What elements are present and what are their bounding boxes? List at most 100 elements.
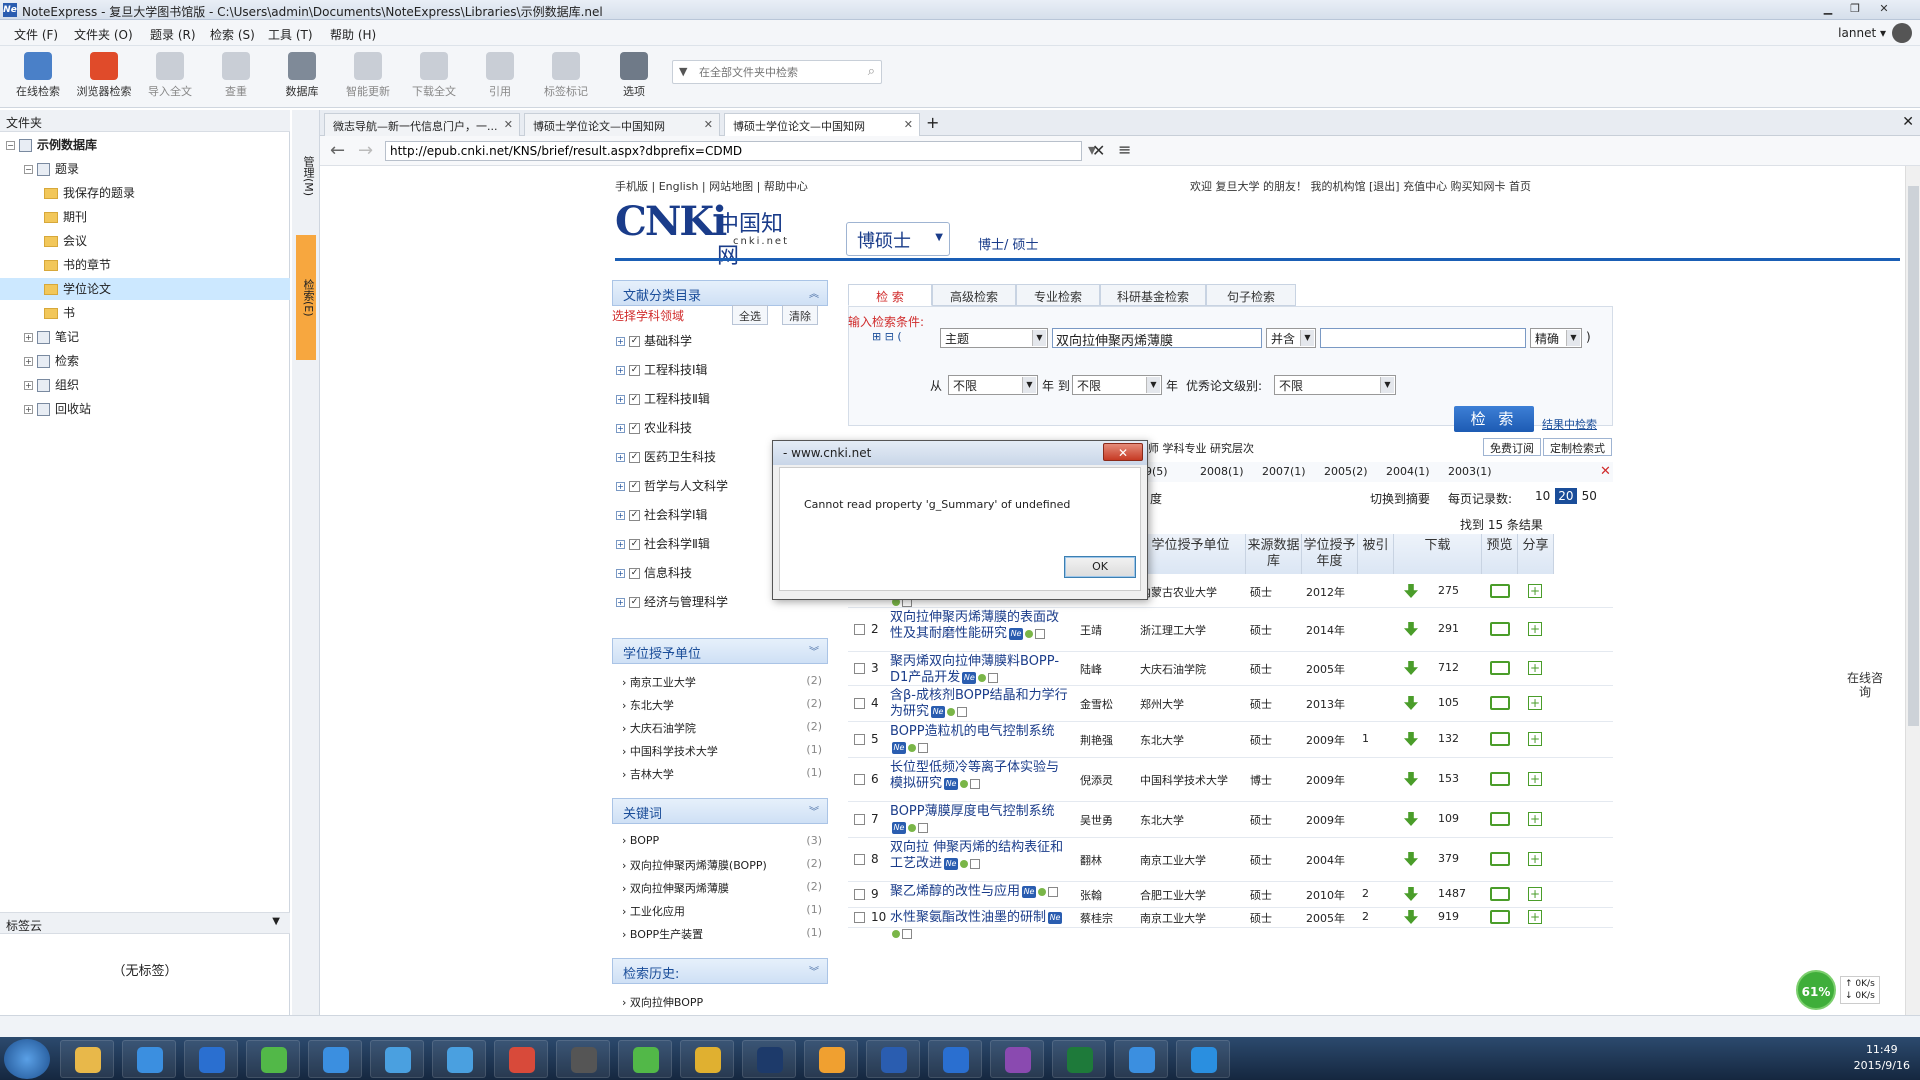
noteexpress-badge-icon[interactable]: Ne bbox=[1048, 911, 1063, 924]
collapse-icon[interactable]: − bbox=[6, 141, 15, 150]
row-download[interactable]: 275 bbox=[1404, 584, 1484, 601]
preview-icon[interactable] bbox=[1490, 696, 1510, 713]
cnki-top-nav[interactable]: 手机版 | English | 网站地图 | 帮助中心 bbox=[615, 178, 808, 194]
close-browser-icon[interactable]: ✕ bbox=[1902, 114, 1914, 130]
subject-catalog-header[interactable]: 文献分类目录 ︽ bbox=[612, 280, 828, 306]
row-title[interactable]: BOPP造粒机的电气控制系统 bbox=[890, 724, 1055, 739]
download-icon[interactable] bbox=[1404, 910, 1418, 924]
row-author[interactable]: 陆峰 bbox=[1080, 661, 1132, 677]
row-download[interactable]: 379 bbox=[1404, 852, 1484, 869]
checkbox-checked-icon[interactable]: ✓ bbox=[629, 510, 640, 521]
checkbox-checked-icon[interactable]: ✓ bbox=[629, 423, 640, 434]
row-title[interactable]: 含β-成核剂BOPP结晶和力学行为研究 bbox=[890, 688, 1068, 719]
preview-icon[interactable] bbox=[1490, 584, 1510, 601]
download-icon[interactable] bbox=[1404, 887, 1418, 901]
filter-item[interactable]: › 双向拉伸聚丙烯薄膜 (2) bbox=[622, 880, 822, 900]
expand-icon[interactable]: + bbox=[24, 381, 33, 390]
row-download[interactable]: 919 bbox=[1404, 910, 1484, 927]
row-select[interactable]: 2 bbox=[854, 622, 879, 636]
taskbar-app-2[interactable] bbox=[184, 1040, 238, 1078]
close-window-icon[interactable]: ✕ bbox=[1872, 1, 1896, 17]
from-year-select[interactable]: 不限 ▼ bbox=[948, 375, 1038, 395]
row-title-cell[interactable]: 含β-成核剂BOPP结晶和力学行为研究 Ne bbox=[890, 688, 1070, 720]
preview-icon[interactable] bbox=[1490, 622, 1510, 639]
per-page-option[interactable]: 50 bbox=[1579, 488, 1600, 504]
filter-item[interactable]: › 工业化应用 (1) bbox=[622, 903, 822, 923]
add-share-icon[interactable]: + bbox=[1528, 696, 1542, 710]
row-title-cell[interactable]: 聚丙烯双向拉伸薄膜料BOPP-D1产品开发 Ne bbox=[890, 654, 1070, 686]
back-icon[interactable]: ← bbox=[330, 140, 345, 161]
row-unit[interactable]: 合肥工业大学 bbox=[1140, 887, 1242, 903]
column-header[interactable]: 分享 bbox=[1518, 534, 1554, 574]
row-select[interactable]: 4 bbox=[854, 696, 879, 710]
row-download[interactable]: 105 bbox=[1404, 696, 1484, 713]
row-select[interactable]: 9 bbox=[854, 887, 879, 901]
expand-icon[interactable]: + bbox=[616, 482, 625, 491]
row-download[interactable]: 153 bbox=[1404, 772, 1484, 789]
clock[interactable]: 11:49 2015/9/16 bbox=[1854, 1042, 1910, 1074]
per-page-option[interactable]: 20 bbox=[1555, 488, 1577, 504]
expand-icon[interactable]: + bbox=[616, 511, 625, 520]
share-icon[interactable]: + bbox=[1528, 772, 1542, 786]
row-select[interactable]: 10 bbox=[854, 910, 886, 924]
browser-tab-1[interactable]: 博硕士学位论文—中国知网 ✕ bbox=[524, 113, 720, 136]
tree-item[interactable]: + 笔记 bbox=[24, 326, 79, 348]
add-share-icon[interactable]: + bbox=[1528, 584, 1542, 598]
taskbar-app-6[interactable] bbox=[432, 1040, 486, 1078]
year-filter-item[interactable]: 2003(1) bbox=[1448, 465, 1492, 478]
expand-icon[interactable]: + bbox=[616, 540, 625, 549]
preview-icon[interactable] bbox=[1490, 852, 1510, 869]
row-checkbox[interactable] bbox=[854, 814, 865, 825]
taskbar-app-15[interactable] bbox=[990, 1040, 1044, 1078]
add-share-icon[interactable]: + bbox=[1528, 812, 1542, 826]
tab-manage[interactable]: 管理(M) bbox=[296, 150, 316, 202]
checkbox-checked-icon[interactable]: ✓ bbox=[629, 597, 640, 608]
preview-icon[interactable] bbox=[1490, 661, 1510, 678]
expand-icon[interactable]: + bbox=[24, 357, 33, 366]
tree-item[interactable]: 学位论文 bbox=[0, 278, 290, 300]
checkbox-checked-icon[interactable]: ✓ bbox=[629, 452, 640, 463]
subject-item[interactable]: + ✓ 基础科学 bbox=[616, 332, 692, 352]
download-icon[interactable] bbox=[1404, 812, 1418, 826]
noteexpress-badge-icon[interactable]: Ne bbox=[944, 777, 959, 790]
search-tab-3[interactable]: 科研基金检索 bbox=[1100, 284, 1206, 306]
tree-item[interactable]: − 题录 bbox=[24, 158, 79, 180]
table-row[interactable]: 6 长位型低频冷等离子体实验与模拟研究 Ne 倪添灵 中国科学技术大学 博士 2009年 15… bbox=[848, 758, 1613, 802]
add-condition-icon[interactable]: ⊞ ⊟ ( bbox=[872, 330, 902, 343]
row-download[interactable]: 109 bbox=[1404, 812, 1484, 829]
row-unit[interactable]: 东北大学 bbox=[1140, 812, 1242, 828]
filter-item[interactable]: › 南京工业大学 (2) bbox=[622, 674, 822, 694]
tag-cloud-header[interactable]: 标签云 ▼ bbox=[0, 912, 290, 934]
year-filter-item[interactable]: 2005(2) bbox=[1324, 465, 1368, 478]
add-share-icon[interactable]: + bbox=[1528, 732, 1542, 746]
keyword-header[interactable]: 关键词 ︾ bbox=[612, 798, 828, 824]
row-checkbox[interactable] bbox=[854, 889, 865, 900]
download-icon[interactable] bbox=[1404, 852, 1418, 866]
minimize-icon[interactable]: ▁ bbox=[1816, 1, 1840, 17]
checkbox-checked-icon[interactable]: ✓ bbox=[629, 568, 640, 579]
online-consult-button[interactable]: 在线咨询 bbox=[1845, 671, 1885, 699]
taskbar-app-5[interactable] bbox=[370, 1040, 424, 1078]
detail-icon[interactable] bbox=[918, 822, 928, 833]
checkbox-checked-icon[interactable]: ✓ bbox=[629, 481, 640, 492]
expand-icon[interactable]: + bbox=[616, 424, 625, 433]
detail-icon[interactable] bbox=[970, 778, 981, 789]
table-row[interactable]: 5 BOPP造粒机的电气控制系统 Ne 荆艳强 东北大学 硕士 2009年 1 132 + bbox=[848, 722, 1613, 758]
column-header[interactable]: 来源数据库 bbox=[1246, 534, 1302, 574]
row-unit[interactable]: 南京工业大学 bbox=[1140, 910, 1242, 926]
expand-icon[interactable]: + bbox=[616, 337, 625, 346]
taskbar-app-12[interactable] bbox=[804, 1040, 858, 1078]
row-unit[interactable]: 中国科学技术大学 bbox=[1140, 772, 1242, 788]
add-share-icon[interactable]: + bbox=[1528, 622, 1542, 636]
taskbar-app-8[interactable] bbox=[556, 1040, 610, 1078]
search-scope-dropdown-icon[interactable]: ▼ bbox=[679, 65, 687, 78]
select-all-button[interactable]: 全选 bbox=[732, 305, 768, 325]
preview-icon[interactable] bbox=[1490, 887, 1510, 904]
search-within-link[interactable]: 结果中检索 bbox=[1542, 416, 1597, 432]
subject-item[interactable]: + ✓ 社会科学Ⅰ辑 bbox=[616, 506, 708, 526]
noteexpress-badge-icon[interactable]: Ne bbox=[1022, 885, 1037, 898]
preview-icon[interactable] bbox=[1490, 812, 1510, 829]
search-tab-0[interactable]: 检 索 bbox=[848, 284, 932, 306]
preview-icon[interactable] bbox=[1490, 732, 1510, 749]
collapse-icon[interactable]: − bbox=[24, 165, 33, 174]
